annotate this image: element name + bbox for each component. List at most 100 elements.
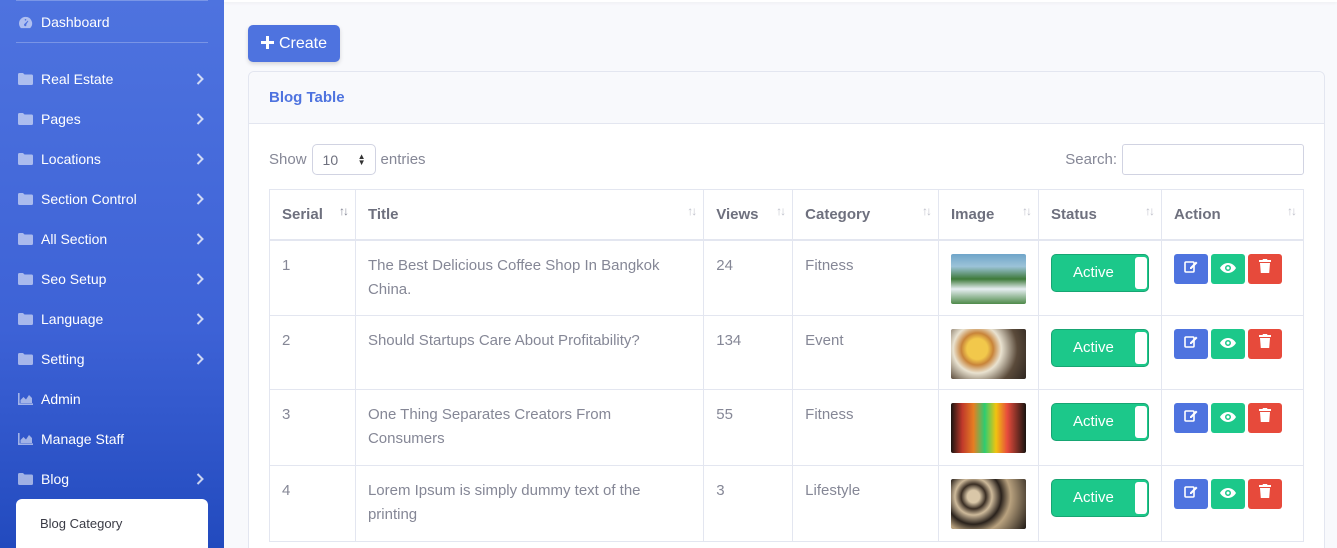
status-toggle[interactable]: Active [1051,329,1149,367]
cell-actions [1161,315,1304,390]
create-button[interactable]: Create [248,25,340,62]
create-button-label: Create [278,34,328,52]
blog-thumbnail-image [951,329,1026,379]
view-button[interactable] [1211,403,1245,433]
edit-button[interactable] [1174,253,1208,284]
sidebar-item-label: Admin [41,391,81,407]
column-header-category[interactable]: Category ↑↓ [792,189,939,241]
delete-button[interactable] [1248,403,1282,433]
sort-updown-icon: ▲ ▼ [357,152,366,167]
status-toggle[interactable]: Active [1051,253,1149,292]
toggle-knob [1135,256,1147,289]
sidebar-item-label: Real Estate [41,71,114,87]
cell-image [938,239,1039,316]
sidebar-item-section-control[interactable]: Section Control [0,179,224,219]
view-button[interactable] [1211,329,1245,359]
search-control: Search: [1065,144,1304,175]
sort-icon: ↑↓ [338,204,349,218]
blog-table-card: Blog Table Show 10 ▲ ▼ entries Search: Se… [248,71,1325,548]
card-title: Blog Table [269,89,345,106]
column-header-action[interactable]: Action ↑↓ [1161,189,1304,241]
column-header-views[interactable]: Views ↑↓ [703,189,794,241]
sidebar-item-seo-setup[interactable]: Seo Setup [0,259,224,299]
status-label: Active [1073,489,1114,506]
entries-select[interactable]: 10 ▲ ▼ [311,144,376,175]
sidebar-item-language[interactable]: Language [0,299,224,339]
tachometer-icon [17,15,33,29]
card-header: Blog Table [249,72,1324,124]
cell-title: Lorem Ipsum is simply dummy text of the … [354,465,705,542]
topbar [224,0,1337,2]
edit-button[interactable] [1174,403,1208,433]
edit-icon [1184,482,1198,506]
sort-icon: ↑↓ [1287,204,1297,218]
cell-image [938,389,1039,466]
chevron-right-icon [196,312,204,328]
status-toggle[interactable]: Active [1051,479,1149,517]
sidebar-item-locations[interactable]: Locations [0,139,224,179]
trash-icon [1259,482,1271,506]
entries-select-value: 10 [322,151,339,168]
cell-views: 55 [703,389,794,466]
column-header-title[interactable]: Title ↑↓ [354,189,705,241]
column-header-label: Category [805,205,871,223]
cell-views: 3 [703,465,794,542]
sidebar-item-manage-staff[interactable]: Manage Staff [0,419,224,459]
edit-icon [1184,257,1198,281]
edit-button[interactable] [1174,479,1208,509]
sidebar-item-label: Blog [41,471,70,487]
cell-serial: 4 [269,465,356,542]
cell-serial: 3 [269,389,356,466]
sort-icon: ↑↓ [687,204,697,218]
status-label: Active [1073,413,1114,430]
view-button[interactable] [1211,253,1245,284]
sidebar-item-admin[interactable]: Admin [0,379,224,419]
sidebar-item-label: Section Control [41,191,137,207]
sidebar-item-label: Dashboard [41,14,110,30]
eye-icon [1220,332,1236,356]
chevron-right-icon [196,112,204,128]
row-actions [1174,479,1291,509]
cell-category: Fitness [792,239,939,316]
status-toggle[interactable]: Active [1051,403,1149,441]
delete-button[interactable] [1248,253,1282,284]
sidebar-item-pages[interactable]: Pages [0,99,224,139]
blog-thumbnail-image [951,403,1026,453]
eye-icon [1220,257,1236,281]
cell-category: Lifestyle [792,465,939,542]
delete-button[interactable] [1248,479,1282,509]
sidebar-item-label: Pages [41,111,81,127]
sidebar-item-all-section[interactable]: All Section [0,219,224,259]
column-header-image[interactable]: Image ↑↓ [938,189,1039,241]
cell-actions [1161,239,1304,316]
chevron-right-icon [196,472,204,488]
edit-button[interactable] [1174,329,1208,359]
blog-thumbnail-image [951,479,1026,529]
search-input[interactable] [1122,144,1304,175]
cell-status: Active [1038,239,1162,316]
sidebar-item-real-estate[interactable]: Real Estate [0,59,224,99]
delete-button[interactable] [1248,329,1282,359]
sidebar-subitem-blog-category[interactable]: Blog Category [40,516,122,531]
blog-table: Serial ↑↓ Title ↑↓ Views ↑↓ Category ↑↓ Imag… [269,189,1304,542]
edit-icon [1184,406,1198,430]
sidebar-item-blog[interactable]: Blog [0,459,224,499]
chevron-right-icon [196,72,204,88]
row-actions [1174,329,1291,359]
chart-area-icon [17,392,33,406]
sidebar-divider [16,0,208,1]
folder-icon [17,352,33,366]
sidebar-item-setting[interactable]: Setting [0,339,224,379]
column-header-serial[interactable]: Serial ↑↓ [269,189,356,241]
sidebar-submenu-blog: Blog Category [16,499,208,548]
cell-views: 134 [703,315,794,390]
view-button[interactable] [1211,479,1245,509]
chart-area-icon [17,432,33,446]
column-header-status[interactable]: Status ↑↓ [1038,189,1162,241]
folder-icon [17,232,33,246]
cell-title: Should Startups Care About Profitability… [354,315,705,390]
sidebar-item-dashboard[interactable]: Dashboard [0,2,224,42]
column-header-label: Action [1174,205,1221,223]
cell-serial: 2 [269,315,356,390]
plus-icon [260,33,274,53]
